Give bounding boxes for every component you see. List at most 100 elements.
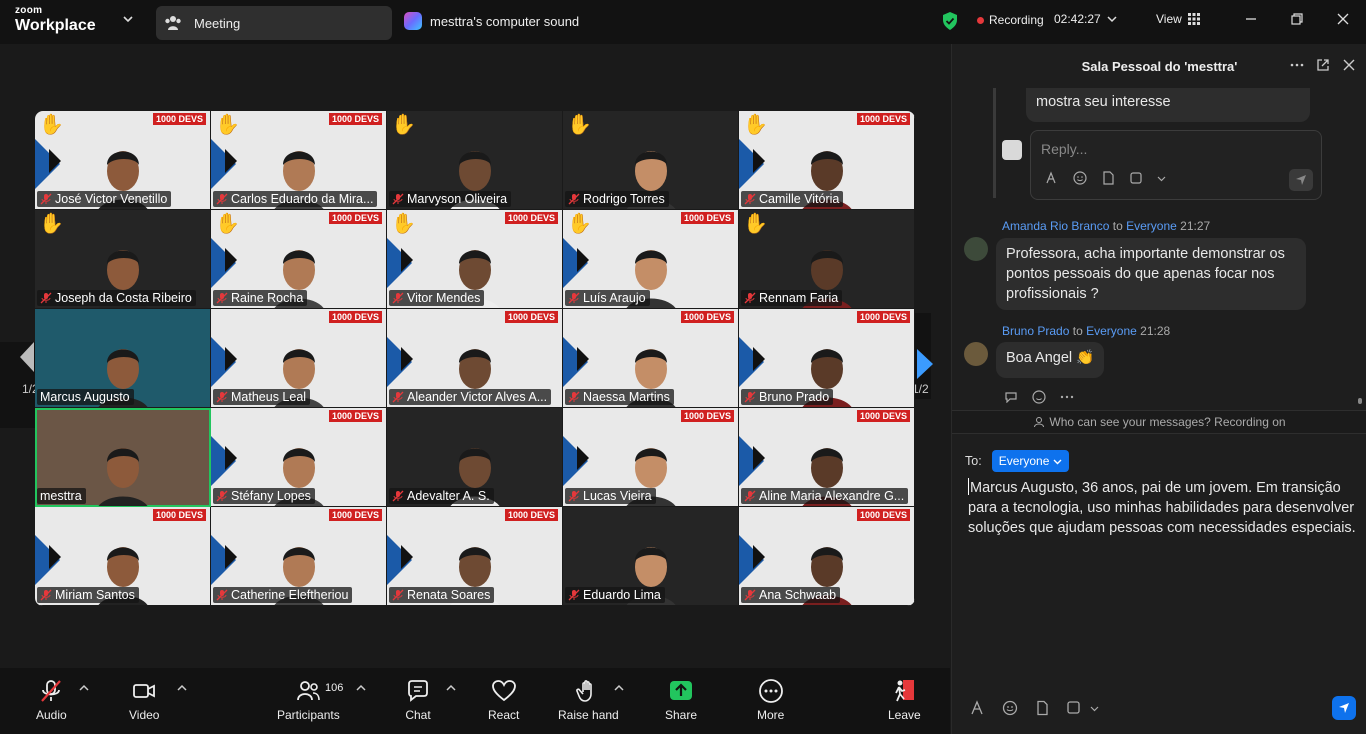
chevron-up-icon[interactable] <box>177 684 187 692</box>
chevron-up-icon[interactable] <box>446 684 456 692</box>
format-icon[interactable] <box>1045 171 1059 185</box>
reply-input[interactable]: Reply... <box>1030 130 1322 200</box>
participant-tile[interactable]: 1000 DEVS ✋ Carlos Eduardo da Mira... <box>211 111 387 210</box>
chat-header-actions <box>1290 58 1356 72</box>
participant-tile[interactable]: 1000 DEVS Lucas Vieira <box>563 408 739 507</box>
event-banner: 1000 DEVS <box>328 113 382 125</box>
audio-button[interactable]: Audio <box>36 678 67 722</box>
participant-tile[interactable]: 1000 DEVS ✋ Raine Rocha <box>211 210 387 309</box>
pop-out-icon[interactable] <box>1316 58 1330 72</box>
screenshot-icon[interactable] <box>1066 700 1082 716</box>
minimize-icon[interactable] <box>1244 12 1258 26</box>
participant-tile[interactable]: 1000 DEVS Aline Maria Alexandre G... <box>739 408 915 507</box>
restore-icon[interactable] <box>1290 12 1304 26</box>
tab-computer-sound-label: mesttra's computer sound <box>430 13 580 29</box>
event-banner: 1000 DEVS <box>504 311 558 323</box>
chat-scrollbar[interactable] <box>1358 88 1362 404</box>
raised-hand-icon: ✋ <box>567 213 592 235</box>
message-actions <box>1004 390 1074 404</box>
thread-line <box>993 88 996 198</box>
participant-tile[interactable]: 1000 DEVS Bruno Prado <box>739 309 915 408</box>
participant-tile[interactable]: ✋ Rodrigo Torres <box>563 111 739 210</box>
participant-tile[interactable]: 1000 DEVS Ana Schwaab <box>739 507 915 606</box>
participant-name-tag: Marcus Augusto <box>37 389 134 405</box>
chevron-down-icon[interactable] <box>1090 705 1099 712</box>
participant-tile[interactable]: 1000 DEVS Naessa Martins <box>563 309 739 408</box>
share-button[interactable]: Share <box>665 678 697 722</box>
leave-button[interactable]: Leave <box>888 678 921 722</box>
reply-placeholder: Reply... <box>1041 141 1088 157</box>
more-button[interactable]: More <box>757 678 784 722</box>
file-icon[interactable] <box>1101 171 1115 185</box>
meeting-timer[interactable]: 02:42:27 <box>1054 12 1117 26</box>
chat-title: Sala Pessoal do 'mesttra' <box>1081 58 1238 74</box>
participant-name: Naessa Martins <box>583 390 670 404</box>
tab-computer-sound[interactable]: mesttra's computer sound <box>404 12 579 30</box>
raise-hand-button[interactable]: Raise hand <box>558 678 619 722</box>
participant-tile[interactable]: 1000 DEVS Aleander Victor Alves A... <box>387 309 563 408</box>
sender-name[interactable]: Bruno Prado <box>1002 324 1069 338</box>
more-horizontal-icon[interactable] <box>1060 395 1074 399</box>
participant-name-tag: Renata Soares <box>389 587 495 603</box>
chevron-up-icon[interactable] <box>614 684 624 692</box>
privacy-notice[interactable]: Who can see your messages? Recording on <box>952 410 1366 434</box>
view-button[interactable]: View <box>1156 12 1200 26</box>
recording-indicator[interactable]: Recording <box>977 13 1044 27</box>
close-icon[interactable] <box>1336 12 1350 26</box>
view-label: View <box>1156 12 1182 26</box>
participant-tile[interactable]: 1000 DEVS ✋ Vitor Mendes <box>387 210 563 309</box>
recipient-select-value: Everyone <box>998 454 1050 468</box>
file-icon[interactable] <box>1034 700 1050 716</box>
participant-name-tag: Bruno Prado <box>741 389 834 405</box>
privacy-notice-text: Who can see your messages? Recording on <box>1049 415 1286 429</box>
participant-tile[interactable]: 1000 DEVS Stéfany Lopes <box>211 408 387 507</box>
to-word: to <box>1072 324 1083 338</box>
participant-tile[interactable]: 1000 DEVS ✋ Luís Araujo <box>563 210 739 309</box>
screenshot-icon[interactable] <box>1129 171 1143 185</box>
participant-tile[interactable]: ✋ Joseph da Costa Ribeiro <box>35 210 211 309</box>
add-reaction-icon[interactable] <box>1032 390 1046 404</box>
zoom-logo: zoom Workplace <box>15 6 96 34</box>
react-button[interactable]: React <box>488 678 519 722</box>
message-input[interactable]: Marcus Augusto, 36 anos, pai de um jovem… <box>968 478 1358 538</box>
chevron-up-icon[interactable] <box>356 684 366 692</box>
mic-muted-icon <box>744 589 756 601</box>
mic-muted-icon <box>216 292 228 304</box>
participant-tile[interactable]: 1000 DEVS ✋ Camille Vitória <box>739 111 915 210</box>
participant-tile[interactable]: mesttra <box>35 408 211 507</box>
participant-tile[interactable]: Adevalter A. S. <box>387 408 563 507</box>
participant-tile[interactable]: ✋ Marvyson Oliveira <box>387 111 563 210</box>
recipient-name[interactable]: Everyone <box>1126 219 1177 233</box>
participant-tile[interactable]: Marcus Augusto <box>35 309 211 408</box>
chevron-up-icon[interactable] <box>79 684 89 692</box>
reply-send-button[interactable] <box>1289 169 1313 191</box>
participant-tile[interactable]: ✋ Rennam Faria <box>739 210 915 309</box>
emoji-icon[interactable] <box>1073 171 1087 185</box>
recipient-name[interactable]: Everyone <box>1086 324 1137 338</box>
emoji-icon[interactable] <box>1002 700 1018 716</box>
participant-tile[interactable]: 1000 DEVS Catherine Eleftheriou <box>211 507 387 606</box>
participant-tile[interactable]: 1000 DEVS Renata Soares <box>387 507 563 606</box>
more-horizontal-icon[interactable] <box>1290 58 1304 72</box>
close-icon[interactable] <box>1342 58 1356 72</box>
participant-tile[interactable]: 1000 DEVS Miriam Santos <box>35 507 211 606</box>
send-button[interactable] <box>1332 696 1356 720</box>
chevron-down-icon[interactable] <box>122 13 134 25</box>
shield-check-icon[interactable] <box>941 11 959 31</box>
chevron-down-icon[interactable] <box>1157 175 1166 182</box>
to-word: to <box>1112 219 1123 233</box>
video-button[interactable]: Video <box>129 678 159 722</box>
event-banner: 1000 DEVS <box>680 311 734 323</box>
participant-tile[interactable]: 1000 DEVS Matheus Leal <box>211 309 387 408</box>
event-banner: 1000 DEVS <box>152 113 206 125</box>
format-icon[interactable] <box>970 700 986 716</box>
sender-name[interactable]: Amanda Rio Branco <box>1002 219 1109 233</box>
reply-icon[interactable] <box>1004 391 1018 403</box>
recipient-select[interactable]: Everyone <box>991 450 1070 472</box>
participant-tile[interactable]: 1000 DEVS ✋ José Victor Venetillo <box>35 111 211 210</box>
tab-meeting[interactable]: Meeting <box>156 6 392 40</box>
message-time: 21:27 <box>1180 219 1211 233</box>
raised-hand-icon: ✋ <box>743 114 768 136</box>
chat-button[interactable]: Chat <box>405 678 431 722</box>
participant-tile[interactable]: Eduardo Lima <box>563 507 739 606</box>
